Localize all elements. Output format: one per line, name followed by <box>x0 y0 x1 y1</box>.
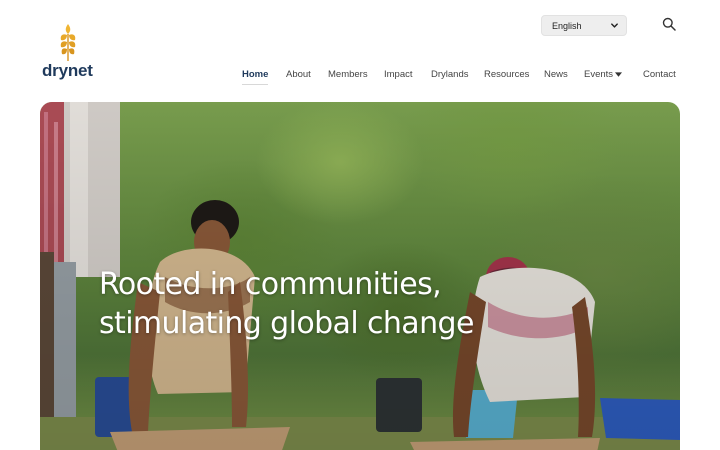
hero-banner: Rooted in communities, stimulating globa… <box>40 102 680 450</box>
nav-home[interactable]: Home <box>242 69 269 85</box>
hero-heading: Rooted in communities, stimulating globa… <box>99 267 474 341</box>
main-nav: Home About Members Impact Drylands Resou… <box>0 69 720 89</box>
language-select-value: English <box>552 20 582 31</box>
nav-contact[interactable]: Contact <box>643 69 676 81</box>
chevron-down-icon <box>611 23 618 28</box>
caret-down-icon[interactable] <box>615 72 622 77</box>
nav-news[interactable]: News <box>544 69 568 81</box>
wheat-icon <box>60 24 76 61</box>
language-select[interactable]: English <box>541 15 627 36</box>
nav-about[interactable]: About <box>286 69 311 81</box>
nav-members[interactable]: Members <box>328 69 368 81</box>
nav-drylands[interactable]: Drylands <box>431 69 469 81</box>
nav-resources[interactable]: Resources <box>484 69 529 81</box>
nav-impact[interactable]: Impact <box>384 69 413 81</box>
search-icon[interactable] <box>662 17 676 31</box>
nav-events[interactable]: Events <box>584 69 613 81</box>
